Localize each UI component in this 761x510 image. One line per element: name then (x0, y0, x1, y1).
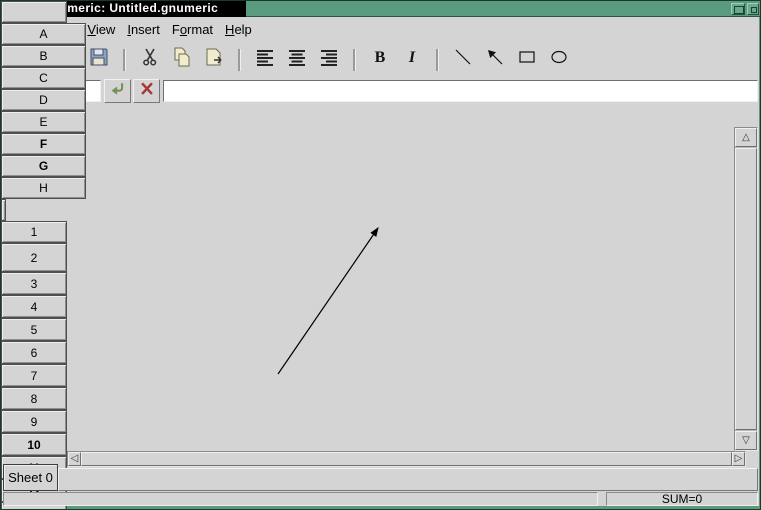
column-header-partial (1, 199, 6, 221)
sheet-area: ABCDEFGH123456789101112131415Sales of em… (1, 1, 761, 510)
scroll-right-button[interactable]: ▷ (732, 452, 745, 466)
scroll-left-button[interactable]: ◁ (68, 452, 81, 466)
column-header-e[interactable]: E (1, 111, 86, 133)
vertical-scroll-thumb[interactable] (735, 148, 757, 430)
row-header-4[interactable]: 4 (1, 295, 67, 318)
row-header-7[interactable]: 7 (1, 364, 67, 387)
scroll-right-icon: ▷ (735, 454, 743, 464)
scroll-down-icon: ▽ (742, 436, 750, 446)
vertical-scrollbar[interactable]: △ ▽ (734, 127, 758, 451)
grid-corner-box[interactable] (1, 1, 67, 23)
gnumeric-window: Gnumeric: Untitled.gnumeric FileEditView… (0, 0, 761, 510)
row-header-1[interactable]: 1 (1, 221, 67, 243)
scroll-up-icon: △ (742, 133, 750, 143)
column-header-b[interactable]: B (1, 45, 86, 67)
status-sum-panel: SUM=0 (606, 492, 758, 506)
row-header-3[interactable]: 3 (1, 272, 67, 295)
row-header-10[interactable]: 10 (1, 433, 67, 456)
column-header-c[interactable]: C (1, 67, 86, 89)
row-header-8[interactable]: 8 (1, 387, 67, 410)
scroll-down-button[interactable]: ▽ (735, 431, 757, 450)
sheet-tab-label: Sheet 0 (8, 470, 53, 485)
column-header-f[interactable]: F (1, 133, 86, 155)
tab-strip (58, 468, 758, 491)
row-header-2[interactable]: 2 (1, 243, 67, 272)
column-header-h[interactable]: H (1, 177, 86, 199)
column-header-d[interactable]: D (1, 89, 86, 111)
horizontal-scroll-thumb[interactable] (81, 452, 732, 466)
sheet-tab[interactable]: Sheet 0 (3, 464, 58, 491)
horizontal-scrollbar[interactable]: ◁ ▷ (67, 451, 746, 467)
row-header-5[interactable]: 5 (1, 318, 67, 341)
status-message-panel (3, 492, 598, 506)
row-header-6[interactable]: 6 (1, 341, 67, 364)
scroll-left-icon: ◁ (71, 454, 79, 464)
column-header-a[interactable]: A (1, 23, 86, 45)
column-header-g[interactable]: G (1, 155, 86, 177)
scroll-up-button[interactable]: △ (735, 128, 757, 147)
row-header-9[interactable]: 9 (1, 410, 67, 433)
